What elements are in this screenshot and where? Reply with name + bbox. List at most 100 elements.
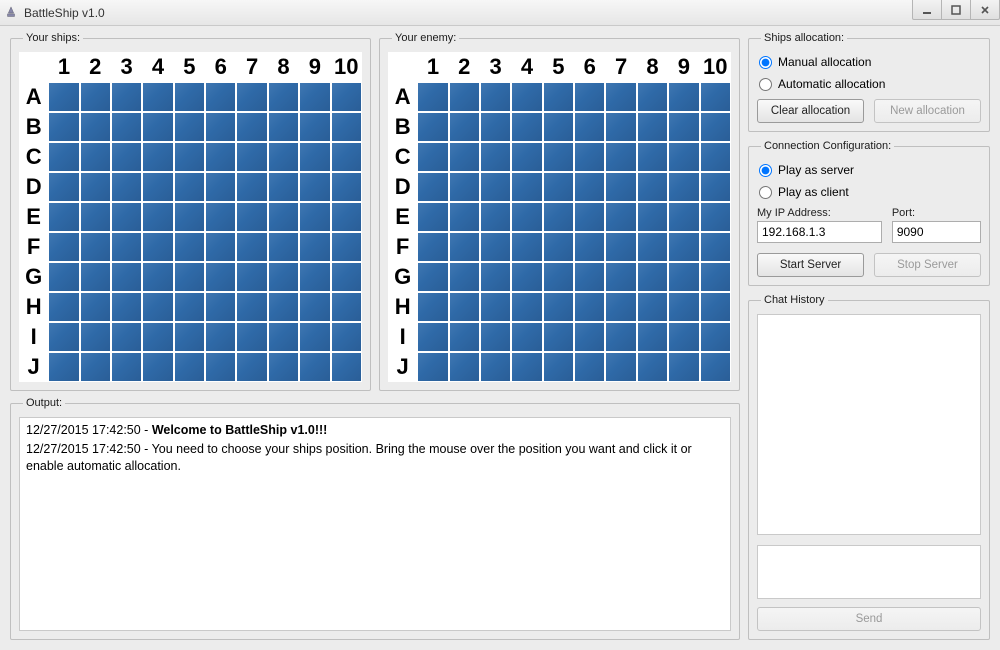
grid-cell[interactable] <box>668 142 699 172</box>
grid-cell[interactable] <box>668 292 699 322</box>
grid-cell[interactable] <box>174 202 205 232</box>
grid-cell[interactable] <box>417 172 448 202</box>
grid-cell[interactable] <box>480 292 511 322</box>
output-textbox[interactable]: 12/27/2015 17:42:50 - Welcome to BattleS… <box>19 417 731 631</box>
grid-cell[interactable] <box>331 292 363 322</box>
grid-cell[interactable] <box>205 292 236 322</box>
grid-cell[interactable] <box>668 352 699 382</box>
ip-field[interactable] <box>757 221 882 243</box>
grid-cell[interactable] <box>299 322 330 352</box>
grid-cell[interactable] <box>205 112 236 142</box>
grid-cell[interactable] <box>299 142 330 172</box>
grid-cell[interactable] <box>205 202 236 232</box>
grid-cell[interactable] <box>142 322 173 352</box>
grid-cell[interactable] <box>449 202 480 232</box>
grid-cell[interactable] <box>700 352 732 382</box>
grid-cell[interactable] <box>449 82 480 112</box>
grid-cell[interactable] <box>236 322 267 352</box>
grid-cell[interactable] <box>637 322 668 352</box>
grid-cell[interactable] <box>268 112 299 142</box>
maximize-button[interactable] <box>941 0 971 20</box>
grid-cell[interactable] <box>331 112 363 142</box>
grid-cell[interactable] <box>111 112 142 142</box>
grid-cell[interactable] <box>48 352 79 382</box>
minimize-button[interactable] <box>912 0 942 20</box>
grid-cell[interactable] <box>111 352 142 382</box>
grid-cell[interactable] <box>511 262 542 292</box>
grid-cell[interactable] <box>80 352 111 382</box>
grid-cell[interactable] <box>236 202 267 232</box>
grid-cell[interactable] <box>48 82 79 112</box>
grid-cell[interactable] <box>331 232 363 262</box>
grid-cell[interactable] <box>637 112 668 142</box>
grid-cell[interactable] <box>268 202 299 232</box>
grid-cell[interactable] <box>268 262 299 292</box>
grid-cell[interactable] <box>637 232 668 262</box>
grid-cell[interactable] <box>637 142 668 172</box>
play-as-server-radio[interactable] <box>759 164 772 177</box>
grid-cell[interactable] <box>174 292 205 322</box>
grid-cell[interactable] <box>236 232 267 262</box>
grid-cell[interactable] <box>574 292 605 322</box>
grid-cell[interactable] <box>174 112 205 142</box>
grid-cell[interactable] <box>574 112 605 142</box>
grid-cell[interactable] <box>111 232 142 262</box>
automatic-allocation-radio[interactable] <box>759 78 772 91</box>
grid-cell[interactable] <box>331 172 363 202</box>
grid-cell[interactable] <box>236 172 267 202</box>
grid-cell[interactable] <box>668 232 699 262</box>
grid-cell[interactable] <box>205 172 236 202</box>
grid-cell[interactable] <box>637 292 668 322</box>
grid-cell[interactable] <box>48 112 79 142</box>
grid-cell[interactable] <box>174 322 205 352</box>
chat-history-box[interactable] <box>757 314 981 535</box>
grid-cell[interactable] <box>142 82 173 112</box>
grid-cell[interactable] <box>48 232 79 262</box>
grid-cell[interactable] <box>268 292 299 322</box>
grid-cell[interactable] <box>417 352 448 382</box>
grid-cell[interactable] <box>80 262 111 292</box>
grid-cell[interactable] <box>668 112 699 142</box>
manual-allocation-radio[interactable] <box>759 56 772 69</box>
grid-cell[interactable] <box>449 352 480 382</box>
grid-cell[interactable] <box>637 82 668 112</box>
grid-cell[interactable] <box>605 292 636 322</box>
grid-cell[interactable] <box>142 352 173 382</box>
grid-cell[interactable] <box>299 292 330 322</box>
grid-cell[interactable] <box>700 112 732 142</box>
grid-cell[interactable] <box>480 262 511 292</box>
grid-cell[interactable] <box>480 322 511 352</box>
grid-cell[interactable] <box>543 112 574 142</box>
grid-cell[interactable] <box>331 142 363 172</box>
grid-cell[interactable] <box>574 82 605 112</box>
grid-cell[interactable] <box>480 172 511 202</box>
grid-cell[interactable] <box>417 262 448 292</box>
grid-cell[interactable] <box>637 352 668 382</box>
enemy-grid[interactable]: 12345678910ABCDEFGHIJ <box>388 52 731 382</box>
grid-cell[interactable] <box>331 262 363 292</box>
start-server-button[interactable]: Start Server <box>757 253 864 277</box>
grid-cell[interactable] <box>417 232 448 262</box>
grid-cell[interactable] <box>236 82 267 112</box>
grid-cell[interactable] <box>174 262 205 292</box>
grid-cell[interactable] <box>268 352 299 382</box>
grid-cell[interactable] <box>299 172 330 202</box>
grid-cell[interactable] <box>449 262 480 292</box>
grid-cell[interactable] <box>417 292 448 322</box>
grid-cell[interactable] <box>605 262 636 292</box>
grid-cell[interactable] <box>299 352 330 382</box>
play-as-server-radio-row[interactable]: Play as server <box>759 163 981 177</box>
grid-cell[interactable] <box>174 352 205 382</box>
grid-cell[interactable] <box>449 172 480 202</box>
grid-cell[interactable] <box>700 292 732 322</box>
grid-cell[interactable] <box>543 262 574 292</box>
grid-cell[interactable] <box>511 112 542 142</box>
grid-cell[interactable] <box>543 202 574 232</box>
grid-cell[interactable] <box>174 172 205 202</box>
grid-cell[interactable] <box>205 352 236 382</box>
grid-cell[interactable] <box>605 112 636 142</box>
grid-cell[interactable] <box>668 262 699 292</box>
grid-cell[interactable] <box>299 82 330 112</box>
grid-cell[interactable] <box>111 202 142 232</box>
automatic-allocation-radio-row[interactable]: Automatic allocation <box>759 77 981 91</box>
